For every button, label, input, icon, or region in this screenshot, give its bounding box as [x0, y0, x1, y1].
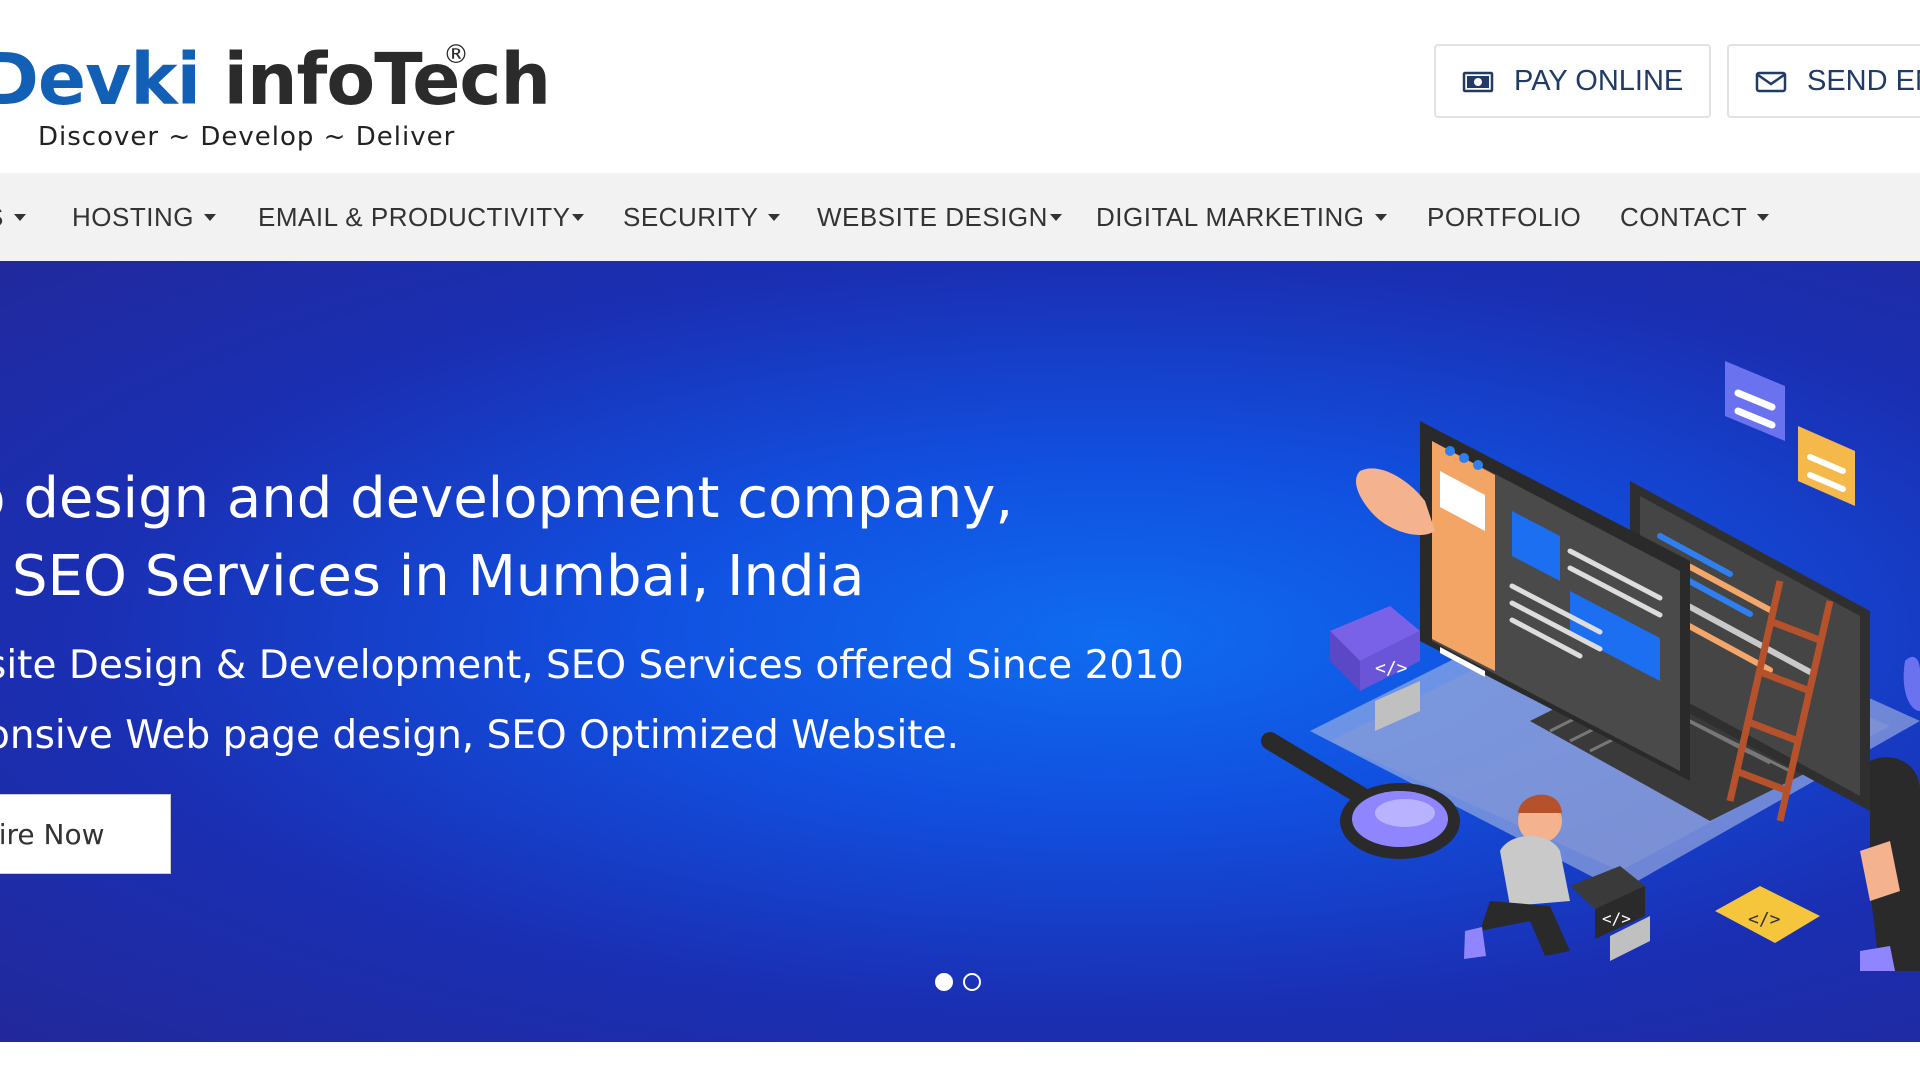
nav-label: CONTACT — [1620, 201, 1748, 232]
nav-label: WEBSITE DESIGN — [817, 201, 1048, 232]
svg-text:</>: </> — [1748, 909, 1781, 930]
nav-item-cut[interactable]: S — [0, 173, 26, 261]
nav-label: SECURITY — [623, 201, 759, 232]
money-icon — [1462, 69, 1494, 93]
nav-label: S — [0, 202, 4, 233]
pay-online-label: PAY ONLINE — [1514, 64, 1684, 97]
caret-down-icon — [1757, 213, 1770, 221]
nav-item-email-productivity[interactable]: EMAIL & PRODUCTIVITY — [258, 173, 585, 261]
nav-item-contact[interactable]: CONTACT — [1620, 173, 1770, 261]
nav-item-hosting[interactable]: HOSTING — [72, 173, 216, 261]
hero-illustration: </> </> </> — [1261, 361, 1920, 971]
send-email-button[interactable]: SEND EN — [1727, 44, 1920, 118]
hero-subtext-line2: onsive Web page design, SEO Optimized We… — [0, 713, 959, 758]
slider-dot-1[interactable] — [935, 973, 953, 991]
svg-text:</>: </> — [1602, 909, 1631, 928]
nav-label: PORTFOLIO — [1427, 201, 1582, 232]
nav-item-digital-marketing[interactable]: DIGITAL MARKETING — [1096, 173, 1387, 261]
enquire-now-button[interactable]: uire Now — [0, 794, 171, 874]
hero-headline-line1: b design and development company, — [0, 466, 1014, 531]
slider-dots — [935, 973, 981, 991]
caret-down-icon — [572, 213, 585, 221]
hero-headline-line2: SEO Services in Mumbai, India — [12, 544, 865, 609]
caret-down-icon — [1049, 213, 1062, 221]
nav-item-website-design[interactable]: WEBSITE DESIGN — [817, 173, 1062, 261]
hero-subtext-line1: site Design & Development, SEO Services … — [0, 643, 1184, 688]
send-email-label: SEND EN — [1807, 64, 1920, 97]
svg-text:</>: </> — [1375, 658, 1408, 679]
caret-down-icon — [768, 213, 781, 221]
logo-part1: Devki — [0, 38, 201, 121]
caret-down-icon — [13, 213, 26, 221]
nav-item-security[interactable]: SECURITY — [623, 173, 781, 261]
nav-label: HOSTING — [72, 201, 194, 232]
pay-online-button[interactable]: PAY ONLINE — [1434, 44, 1711, 118]
caret-down-icon — [1374, 213, 1387, 221]
caret-down-icon — [203, 213, 216, 221]
logo-part2: infoTech — [223, 38, 551, 121]
main-nav: S HOSTING EMAIL & PRODUCTIVITY SECURITY … — [0, 173, 1920, 261]
nav-item-portfolio[interactable]: PORTFOLIO — [1427, 173, 1581, 261]
envelope-icon — [1755, 69, 1787, 93]
hero-slider: b design and development company, SEO Se… — [0, 261, 1920, 1042]
nav-label: DIGITAL MARKETING — [1096, 201, 1365, 232]
site-header: Devki infoTech ® Discover ~ Develop ~ De… — [0, 0, 1920, 173]
slider-dot-2[interactable] — [963, 973, 981, 991]
registered-mark: ® — [443, 40, 469, 70]
nav-label: EMAIL & PRODUCTIVITY — [258, 201, 571, 232]
logo-tagline: Discover ~ Develop ~ Deliver — [38, 122, 456, 152]
